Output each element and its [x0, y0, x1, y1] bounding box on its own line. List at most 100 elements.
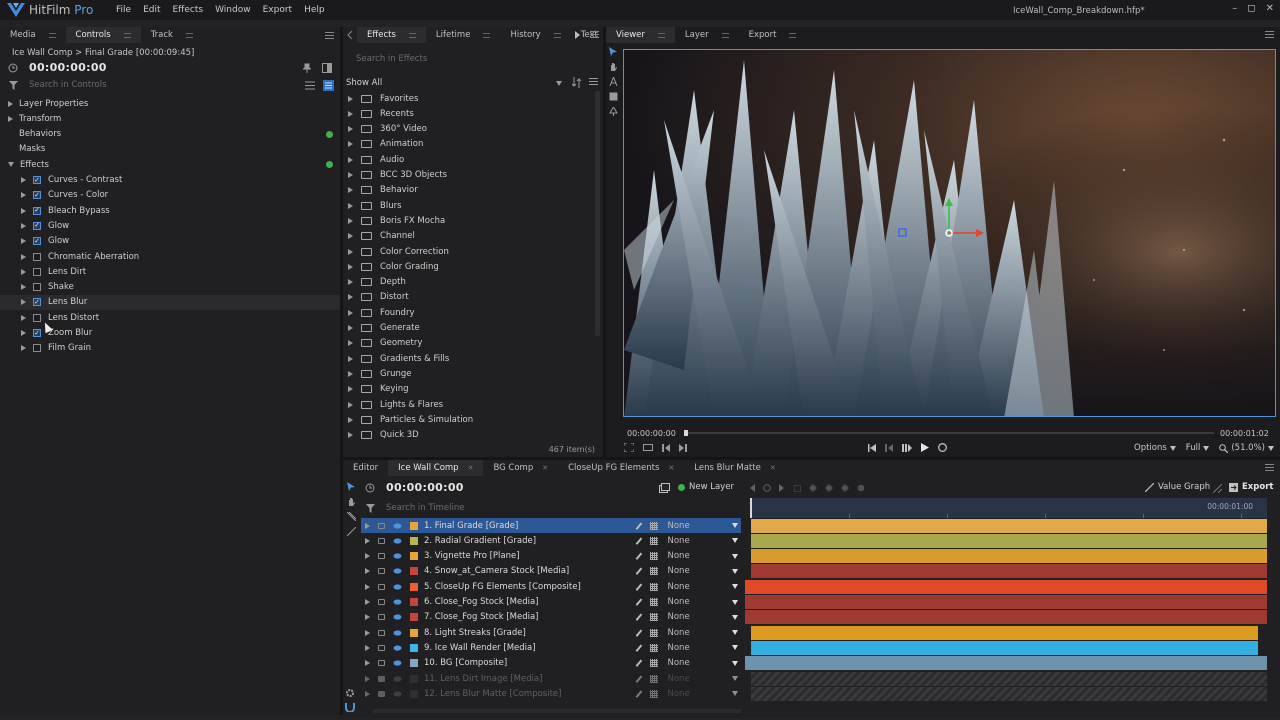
effect-item-curves-contrast[interactable]: ✓ Curves - Contrast	[0, 173, 340, 188]
layer-color-swatch[interactable]	[410, 643, 418, 652]
slip-tool-icon[interactable]	[346, 527, 356, 536]
timeline-layer-row[interactable]: 12. Lens Blur Matte [Composite] None	[361, 686, 741, 701]
expand-right-icon[interactable]	[348, 95, 353, 102]
expand-right-icon[interactable]	[348, 187, 353, 194]
tab-menu-icon[interactable]	[553, 32, 561, 38]
blend-mode-select[interactable]: None	[668, 597, 738, 607]
panel-divider[interactable]	[603, 27, 606, 457]
effect-item-curves-color[interactable]: ✓ Curves - Color	[0, 188, 340, 203]
expand-right-icon[interactable]	[348, 202, 353, 209]
edit-pencil-icon[interactable]	[635, 552, 642, 560]
mask-grid-icon[interactable]	[649, 567, 658, 576]
effect-enable-checkbox[interactable]	[33, 252, 41, 261]
expand-right-icon[interactable]	[21, 238, 26, 245]
expand-right-icon[interactable]	[348, 279, 353, 286]
tab-menu-icon[interactable]	[408, 32, 416, 38]
expand-right-icon[interactable]	[8, 100, 13, 107]
mask-grid-icon[interactable]	[649, 643, 658, 652]
step-back-icon[interactable]	[662, 443, 670, 452]
visibility-eye-icon[interactable]	[393, 553, 402, 559]
timeline-tab-editor[interactable]: Editor	[343, 460, 388, 476]
tab-menu-icon[interactable]	[123, 32, 131, 38]
quality-dropdown[interactable]: Full	[1186, 443, 1210, 453]
timeline-ruler[interactable]: 00:00:01:00	[751, 498, 1267, 518]
minimize-button[interactable]: –	[1232, 3, 1237, 14]
visibility-eye-icon[interactable]	[393, 645, 402, 651]
expand-right-icon[interactable]	[348, 248, 353, 255]
layer-color-swatch[interactable]	[410, 674, 418, 683]
expand-right-icon[interactable]	[21, 284, 26, 291]
keyframe-circle-icon[interactable]	[857, 484, 865, 492]
maximize-button[interactable]: ◻	[1247, 3, 1255, 14]
visibility-eye-icon[interactable]	[393, 538, 402, 544]
layer-clip-bar[interactable]	[751, 564, 1267, 579]
edit-pencil-icon[interactable]	[635, 644, 642, 652]
lock-icon[interactable]	[378, 614, 385, 621]
tab-menu-icon[interactable]	[48, 32, 56, 38]
expand-right-icon[interactable]	[348, 325, 353, 331]
mask-grid-icon[interactable]	[649, 674, 658, 683]
edit-pencil-icon[interactable]	[635, 659, 642, 667]
expand-right-icon[interactable]	[365, 690, 370, 697]
menu-help[interactable]: Help	[304, 5, 325, 15]
play-icon[interactable]	[921, 443, 929, 452]
effects-folder-geometry[interactable]: Geometry	[343, 336, 593, 351]
expand-right-icon[interactable]	[348, 126, 353, 133]
visibility-eye-icon[interactable]	[393, 675, 402, 682]
effects-folder-keying[interactable]: Keying	[343, 382, 593, 397]
layer-clip-bar[interactable]	[751, 671, 1267, 686]
blend-mode-select[interactable]: None	[668, 566, 738, 576]
composite-shot-icon[interactable]	[659, 483, 670, 493]
close-tab-icon[interactable]: ✕	[542, 464, 548, 472]
expand-right-icon[interactable]	[348, 432, 353, 439]
effects-folder-distort[interactable]: Distort	[343, 290, 593, 305]
edit-pencil-icon[interactable]	[635, 583, 642, 591]
mask-grid-icon[interactable]	[649, 598, 658, 606]
effect-enable-checkbox[interactable]: ✓	[33, 206, 41, 215]
keyframe-diamond-icon[interactable]	[841, 484, 849, 492]
panel-menu-icon[interactable]	[324, 30, 334, 40]
pen-tool-icon[interactable]	[608, 107, 618, 116]
tab-menu-icon[interactable]	[483, 32, 491, 38]
edit-pencil-icon[interactable]	[635, 613, 642, 621]
layer-color-swatch[interactable]	[410, 521, 418, 530]
filter-icon[interactable]	[366, 504, 375, 513]
panel-toggle-icon[interactable]	[322, 63, 332, 73]
effect-item-lens-dirt[interactable]: Lens Dirt	[0, 264, 340, 279]
expand-right-icon[interactable]	[365, 660, 370, 667]
new-layer-button[interactable]: New Layer	[678, 482, 734, 492]
lock-icon[interactable]	[378, 568, 385, 575]
visibility-eye-icon[interactable]	[393, 599, 402, 605]
mask-grid-icon[interactable]	[649, 689, 658, 698]
effects-folder-generate[interactable]: Generate	[343, 321, 593, 336]
effect-enable-checkbox[interactable]: ✓	[33, 329, 41, 337]
layer-color-swatch[interactable]	[410, 536, 418, 545]
effects-folder-recents[interactable]: Recents	[343, 106, 593, 121]
expand-right-icon[interactable]	[21, 177, 26, 183]
layer-color-swatch[interactable]	[410, 598, 418, 606]
timeline-tab-lens-blur-matte[interactable]: Lens Blur Matte ✕	[684, 460, 785, 476]
close-button[interactable]: ✕	[1266, 3, 1274, 14]
visibility-eye-icon[interactable]	[393, 614, 402, 620]
edit-pencil-icon[interactable]	[635, 567, 642, 575]
add-keyframe-icon[interactable]	[763, 484, 771, 492]
timeline-layer-row[interactable]: 8. Light Streaks [Grade] None	[361, 625, 741, 640]
visibility-eye-icon[interactable]	[393, 629, 402, 636]
effects-folder-color-grading[interactable]: Color Grading	[343, 259, 593, 274]
edit-pencil-icon[interactable]	[635, 674, 642, 683]
lock-icon[interactable]	[378, 690, 385, 697]
expand-right-icon[interactable]	[348, 401, 353, 408]
blend-mode-select[interactable]: None	[668, 551, 738, 561]
lock-icon[interactable]	[378, 644, 385, 651]
blend-mode-select[interactable]: None	[668, 536, 738, 546]
list-menu-icon[interactable]	[589, 78, 598, 85]
edit-pencil-icon[interactable]	[635, 629, 642, 637]
timeline-layer-row[interactable]: 4. Snow_at_Camera Stock [Media] None	[361, 564, 741, 579]
viewer-tab-layer[interactable]: Layer	[675, 27, 739, 43]
expand-right-icon[interactable]	[348, 355, 353, 362]
timeline-timecode[interactable]: 00:00:00:00	[386, 481, 464, 494]
expand-right-icon[interactable]	[21, 207, 26, 214]
menu-window[interactable]: Window	[215, 5, 251, 15]
effects-folder-depth[interactable]: Depth	[343, 275, 593, 290]
blend-mode-select[interactable]: None	[668, 674, 738, 684]
